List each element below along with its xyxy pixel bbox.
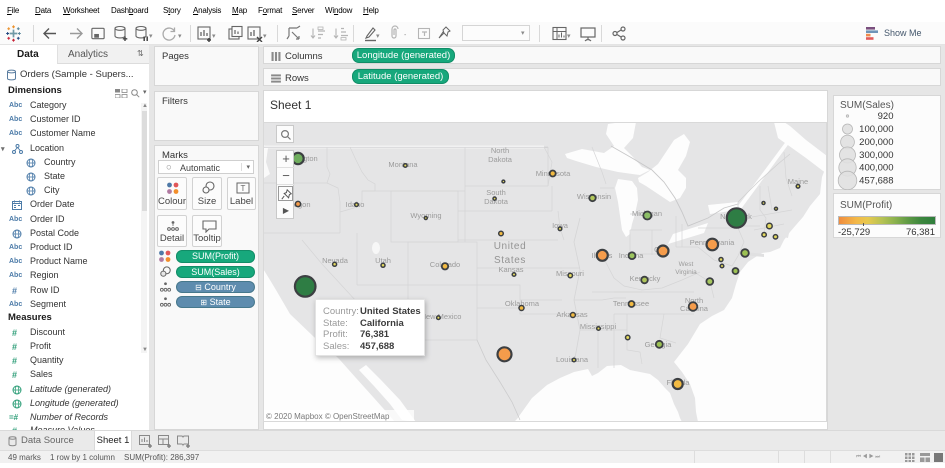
- svg-text:457,688: 457,688: [859, 176, 893, 187]
- svg-text:Kansas: Kansas: [498, 265, 523, 274]
- svg-text:300,000: 300,000: [859, 150, 893, 161]
- svg-text:United: United: [494, 241, 527, 252]
- svg-text:Dakota: Dakota: [488, 155, 513, 164]
- svg-text:States: States: [494, 255, 526, 266]
- svg-text:North: North: [491, 146, 509, 155]
- svg-text:South: South: [486, 188, 506, 197]
- svg-text:100,000: 100,000: [859, 124, 893, 135]
- svg-text:920: 920: [878, 111, 894, 122]
- svg-text:T: T: [241, 184, 246, 193]
- svg-text:400,000: 400,000: [859, 163, 893, 174]
- svg-text:Virginia: Virginia: [675, 269, 697, 276]
- svg-text:West: West: [679, 261, 694, 268]
- svg-text:© 2020 Mapbox © OpenStreetMap: © 2020 Mapbox © OpenStreetMap: [266, 412, 390, 421]
- svg-text:200,000: 200,000: [859, 137, 893, 148]
- svg-text:New Mexico: New Mexico: [421, 312, 462, 321]
